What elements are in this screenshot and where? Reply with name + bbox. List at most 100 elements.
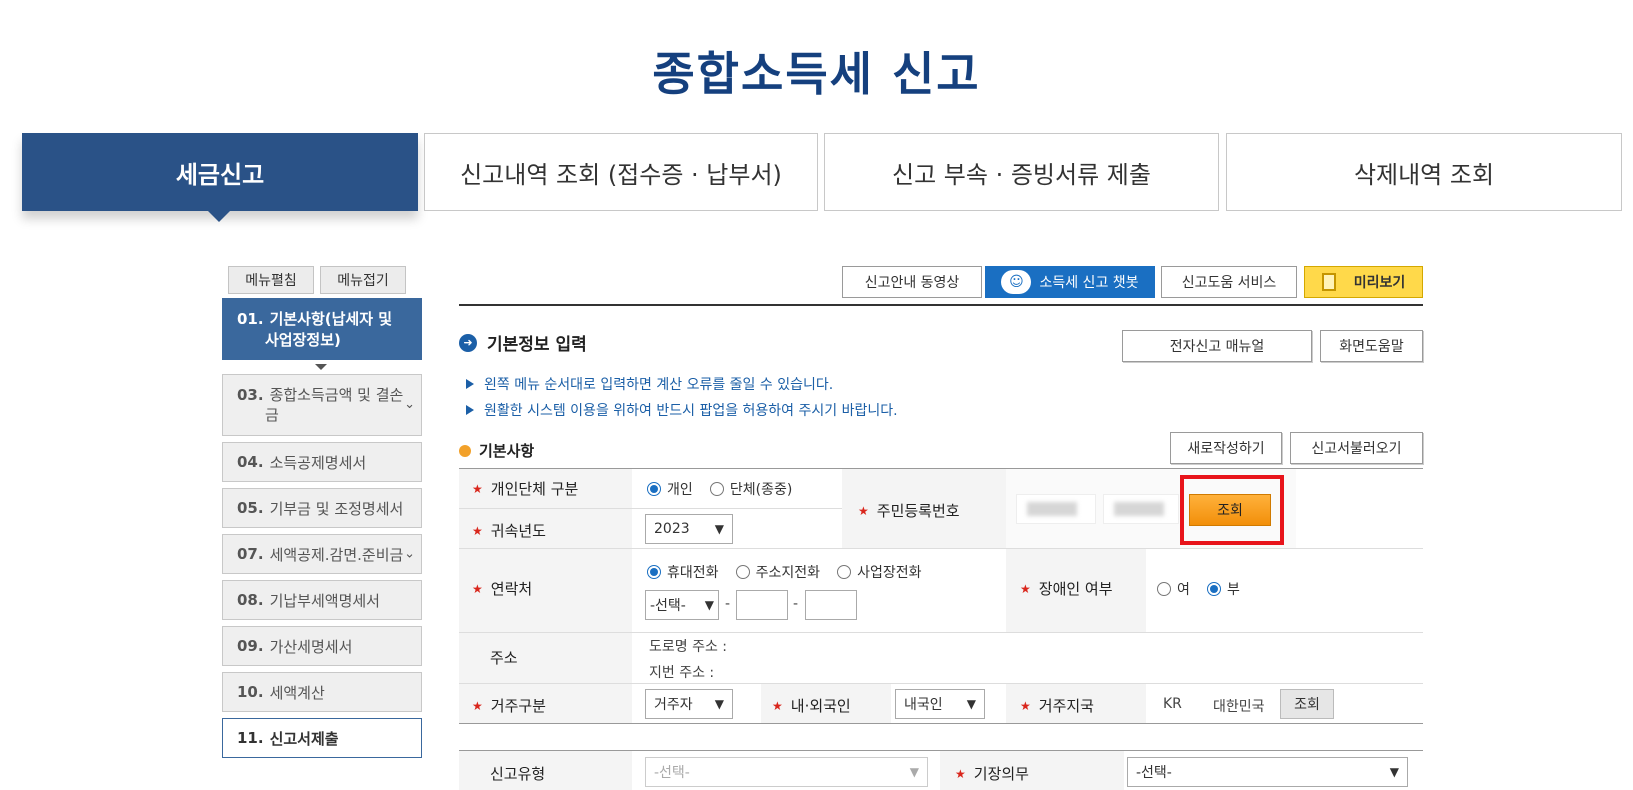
chatbot-button[interactable]: ☺ 소득세 신고 챗봇 xyxy=(985,266,1155,298)
triangle-right-icon xyxy=(466,405,474,415)
chevron-down-icon: ▼ xyxy=(1389,765,1399,779)
contact-mobile-radio[interactable]: 휴대전화 xyxy=(647,562,719,582)
rrn-lookup-button[interactable]: 조회 xyxy=(1189,494,1271,526)
row-divider xyxy=(459,508,842,509)
residence-label: ★ 거주구분 xyxy=(472,697,546,715)
lot-address: 지번 주소 : xyxy=(649,665,715,681)
phone-dash: - xyxy=(793,596,799,612)
contact-home-radio[interactable]: 주소지전화 xyxy=(735,562,820,582)
section-title: ➜ 기본정보 입력 xyxy=(459,330,587,355)
sidebar-item-tax-calc[interactable]: 10. 세액계산 xyxy=(222,672,422,712)
tab-report-history[interactable]: 신고내역 조회 (접수증 · 납부서) xyxy=(424,133,818,211)
bookkeeping-select[interactable]: -선택- ▼ xyxy=(1127,757,1408,787)
row-divider xyxy=(459,723,1423,724)
tab-tax-report[interactable]: 세금신고 xyxy=(22,133,418,211)
sidebar-item-submit[interactable]: 11. 신고서제출 xyxy=(222,718,422,758)
document-icon xyxy=(1321,273,1336,291)
report-type-select[interactable]: -선택- ▼ xyxy=(645,757,928,787)
sidebar-item-label: 가산세명세서 xyxy=(269,637,353,656)
phone-middle-input[interactable] xyxy=(736,590,788,620)
chevron-down-icon: ▼ xyxy=(909,765,919,779)
disabled-yes-radio[interactable]: 여 xyxy=(1157,579,1190,599)
screen-help-button[interactable]: 화면도움말 xyxy=(1320,330,1423,362)
sidebar-item-label-line2: 금 xyxy=(265,406,279,424)
sidebar-item-number: 01. xyxy=(237,310,264,328)
sidebar-item-tax-credits[interactable]: 07. 세액공제.감면.준비금 ⌄ xyxy=(222,534,422,574)
row-divider xyxy=(459,683,1423,684)
type-individual-radio[interactable]: 개인 xyxy=(647,479,693,499)
tab-deleted-history[interactable]: 삭제내역 조회 xyxy=(1226,133,1622,211)
row-divider xyxy=(459,548,1423,549)
sidebar-item-prepaid-tax[interactable]: 08. 기납부세액명세서 xyxy=(222,580,422,620)
manual-button[interactable]: 전자신고 매뉴얼 xyxy=(1122,330,1312,362)
contact-radio-group: 휴대전화 주소지전화 사업장전화 xyxy=(647,562,934,583)
active-tab-arrow-icon xyxy=(208,211,230,222)
sidebar-item-label: 기부금 및 조정명세서 xyxy=(269,499,404,518)
menu-expand-button[interactable]: 메뉴펼침 xyxy=(228,266,314,294)
sidebar-item-donations[interactable]: 05. 기부금 및 조정명세서 xyxy=(222,488,422,528)
sidebar-item-label: 기본사항(납세자 및 xyxy=(269,310,393,328)
info-line-2: 원활한 시스템 이용을 위하여 반드시 팝업을 허용하여 주시기 바랍니다. xyxy=(466,400,898,420)
row-divider xyxy=(459,632,1423,633)
phone-last-input[interactable] xyxy=(805,590,857,620)
chevron-down-icon: ⌄ xyxy=(404,397,415,412)
chevron-down-icon: ▼ xyxy=(714,697,724,711)
sidebar-item-number: 09. xyxy=(237,637,264,655)
report-type-label: 신고유형 xyxy=(490,765,546,783)
preview-button[interactable]: 미리보기 xyxy=(1304,266,1423,298)
chevron-down-icon: ▼ xyxy=(714,522,724,536)
menu-collapse-button[interactable]: 메뉴접기 xyxy=(320,266,406,294)
type-radio-group: 개인 단체(종중) xyxy=(647,479,804,500)
sidebar-item-income[interactable]: 03. 종합소득금액 및 결손 금 ⌄ xyxy=(222,374,422,436)
sidebar-item-label: 소득공제명세서 xyxy=(269,453,367,472)
section-divider xyxy=(459,304,1423,306)
sidebar-item-number: 04. xyxy=(237,453,264,471)
disabled-no-radio[interactable]: 부 xyxy=(1206,579,1240,599)
tab-attachments[interactable]: 신고 부속 · 증빙서류 제출 xyxy=(824,133,1219,211)
road-address: 도로명 주소 : xyxy=(649,639,728,655)
section-title-text: 기본정보 입력 xyxy=(487,335,587,355)
rrn-second-input[interactable] xyxy=(1103,494,1179,524)
residence-select[interactable]: 거주자 ▼ xyxy=(645,689,733,719)
subsection-title-text: 기본사항 xyxy=(479,442,535,460)
sidebar-item-number: 10. xyxy=(237,683,264,701)
sidebar-item-label: 기납부세액명세서 xyxy=(269,591,380,610)
triangle-right-icon xyxy=(466,379,474,389)
sidebar-item-label: 세액계산 xyxy=(269,683,325,702)
sidebar-item-number: 03. xyxy=(237,386,264,404)
info-line-1: 왼쪽 메뉴 순서대로 입력하면 계산 오류를 줄일 수 있습니다. xyxy=(466,374,833,394)
country-name: 대한민국 xyxy=(1213,699,1265,715)
sidebar-item-number: 11. xyxy=(237,729,264,747)
page-title: 종합소득세 신고 xyxy=(652,47,981,101)
new-write-button[interactable]: 새로작성하기 xyxy=(1170,432,1282,464)
rrn-first-input[interactable] xyxy=(1016,494,1096,524)
info-text: 왼쪽 메뉴 순서대로 입력하면 계산 오류를 줄일 수 있습니다. xyxy=(484,377,834,393)
guide-video-button[interactable]: 신고안내 동영상 xyxy=(842,266,982,298)
country-code: KR xyxy=(1163,696,1182,712)
chevron-down-icon: ▼ xyxy=(704,598,714,612)
contact-business-radio[interactable]: 사업장전화 xyxy=(837,562,922,582)
phone-dash: - xyxy=(725,596,731,612)
nationality-select[interactable]: 내국인 ▼ xyxy=(895,689,985,719)
help-service-button[interactable]: 신고도움 서비스 xyxy=(1161,266,1297,298)
subsection-title: 기본사항 xyxy=(459,440,534,461)
sidebar-item-deductions[interactable]: 04. 소득공제명세서 xyxy=(222,442,422,482)
disabled-radio-group: 여 부 xyxy=(1157,579,1252,600)
preview-label: 미리보기 xyxy=(1353,275,1406,291)
sidebar-item-basic-info[interactable]: 01. 기본사항(납세자 및 사업장정보) xyxy=(222,298,422,360)
load-report-button[interactable]: 신고서불러오기 xyxy=(1290,432,1423,464)
phone-prefix-select[interactable]: -선택- ▼ xyxy=(645,590,719,620)
sidebar-item-label: 세액공제.감면.준비금 xyxy=(269,545,404,564)
bullet-icon xyxy=(459,444,471,457)
country-lookup-button[interactable]: 조회 xyxy=(1280,689,1334,719)
bookkeeping-label: ★ 기장의무 xyxy=(955,765,1029,783)
label-cell-bg xyxy=(459,751,632,790)
current-step-arrow-icon xyxy=(315,364,327,370)
rrn-label: ★ 주민등록번호 xyxy=(858,502,960,520)
chevron-down-icon: ▼ xyxy=(966,697,976,711)
sidebar-item-penalty-tax[interactable]: 09. 가산세명세서 xyxy=(222,626,422,666)
year-select[interactable]: 2023 ▼ xyxy=(645,514,733,544)
sidebar-item-number: 08. xyxy=(237,591,264,609)
type-group-radio[interactable]: 단체(종중) xyxy=(709,479,792,499)
chevron-down-icon: ⌄ xyxy=(404,546,415,562)
